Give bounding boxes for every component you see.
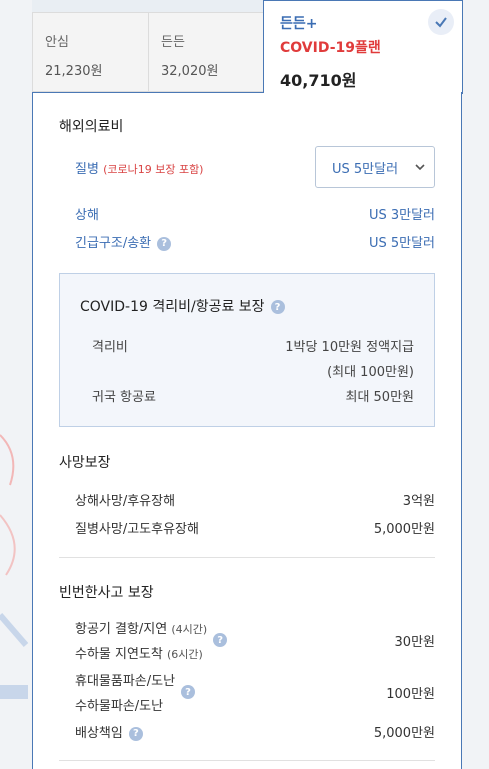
page-background-right <box>462 0 489 769</box>
liability-value: 5,000만원 <box>373 726 435 741</box>
help-icon[interactable]: ? <box>270 300 285 314</box>
airfare-label: 귀국 항공료 <box>92 390 156 405</box>
plan-price: 21,230원 <box>45 64 103 79</box>
decorative-graphic <box>0 434 29 699</box>
plan-name: 안심 <box>45 35 69 50</box>
goods-damage-row: 휴대물품파손/도난 수하물파손/도난 ? 100만원 <box>75 670 435 714</box>
isolation-label: 격리비 <box>92 340 128 355</box>
disease-coverage-select[interactable]: US 5만달러 <box>315 146 435 188</box>
plan-name: 든든 <box>161 35 185 50</box>
disease-label: 질병 <box>75 162 99 177</box>
coverage-panel: 해외의료비 질병 (코로나19 보장 포함) US 5만달러 상해 US 3만달… <box>32 92 462 769</box>
liability-row: 배상책임? 5,000만원 <box>75 722 435 741</box>
section-title-death: 사망보장 <box>59 455 111 471</box>
rescue-value: US 5만달러 <box>368 236 435 251</box>
goods-damage-value: 100만원 <box>386 686 435 702</box>
injury-row: 상해 US 3만달러 <box>75 204 435 223</box>
disease-death-value: 5,000만원 <box>373 522 435 537</box>
panel-top-border <box>32 92 264 93</box>
injury-label: 상해 <box>75 208 99 223</box>
airfare-value: 최대 50만원 <box>345 390 414 405</box>
section-divider <box>59 760 435 761</box>
plan-tab-deundeun[interactable]: 든든 32,020원 <box>148 12 264 92</box>
section-divider <box>59 557 435 558</box>
injury-death-row: 상해사망/후유장해 3억원 <box>75 490 435 509</box>
covid-coverage-box: COVID-19 격리비/항공료 보장? 격리비 1박당 10만원 정액지급 (최… <box>59 273 435 427</box>
help-icon[interactable]: ? <box>128 726 143 741</box>
help-icon[interactable]: ? <box>181 685 196 699</box>
section-title-overseas-medical: 해외의료비 <box>59 119 124 135</box>
flight-delay-row: 항공기 결항/지연 (4시간) 수하물 지연도착 (6시간) ? 30만원 <box>75 618 435 662</box>
plan-tabs: 안심 21,230원 든든 32,020원 든든+ COVID-19플랜 40,… <box>32 0 463 94</box>
injury-value: US 3만달러 <box>368 208 435 223</box>
flight-delay-label: 항공기 결항/지연 <box>75 622 168 637</box>
isolation-max: (최대 100만원) <box>327 365 414 380</box>
injury-death-value: 3억원 <box>402 494 435 509</box>
chevron-down-icon <box>415 164 425 171</box>
baggage-damage-label: 수하물파손/도난 <box>75 699 164 714</box>
baggage-delay-note: (6시간) <box>167 648 203 661</box>
isolation-row: 격리비 1박당 10만원 정액지급 (최대 100만원) <box>92 336 414 380</box>
plan-tab-deundeun-plus[interactable]: 든든+ COVID-19플랜 40,710원 <box>263 0 463 94</box>
rescue-row: 긴급구조/송환? US 5만달러 <box>75 232 435 251</box>
plan-price: 40,710원 <box>280 71 357 90</box>
disease-note: (코로나19 보장 포함) <box>103 163 204 176</box>
help-icon[interactable]: ? <box>157 236 172 251</box>
rescue-label: 긴급구조/송환 <box>75 236 152 251</box>
plan-tab-ansim[interactable]: 안심 21,230원 <box>32 12 148 92</box>
flight-delay-note: (4시간) <box>171 623 208 636</box>
disease-coverage-value: US 5만달러 <box>332 161 399 177</box>
help-icon[interactable]: ? <box>213 633 228 647</box>
disease-death-label: 질병사망/고도후유장해 <box>75 522 199 537</box>
plan-subtitle: COVID-19플랜 <box>280 40 381 56</box>
plan-price: 32,020원 <box>161 64 219 79</box>
flight-delay-value: 30만원 <box>394 634 435 650</box>
injury-death-label: 상해사망/후유장해 <box>75 494 176 509</box>
covid-box-title: COVID-19 격리비/항공료 보장? <box>80 296 285 316</box>
selected-check-icon <box>428 9 454 35</box>
disease-row: 질병 (코로나19 보장 포함) <box>75 158 291 177</box>
airfare-row: 귀국 항공료 최대 50만원 <box>92 386 414 405</box>
plan-name: 든든+ <box>280 16 318 32</box>
isolation-value: 1박당 10만원 정액지급 <box>285 340 414 355</box>
baggage-delay-label: 수하물 지연도착 <box>75 647 163 662</box>
section-title-frequent: 빈번한사고 보장 <box>59 585 154 601</box>
goods-damage-label: 휴대물품파손/도난 <box>75 674 176 689</box>
liability-label: 배상책임 <box>75 726 123 741</box>
disease-death-row: 질병사망/고도후유장해 5,000만원 <box>75 518 435 537</box>
